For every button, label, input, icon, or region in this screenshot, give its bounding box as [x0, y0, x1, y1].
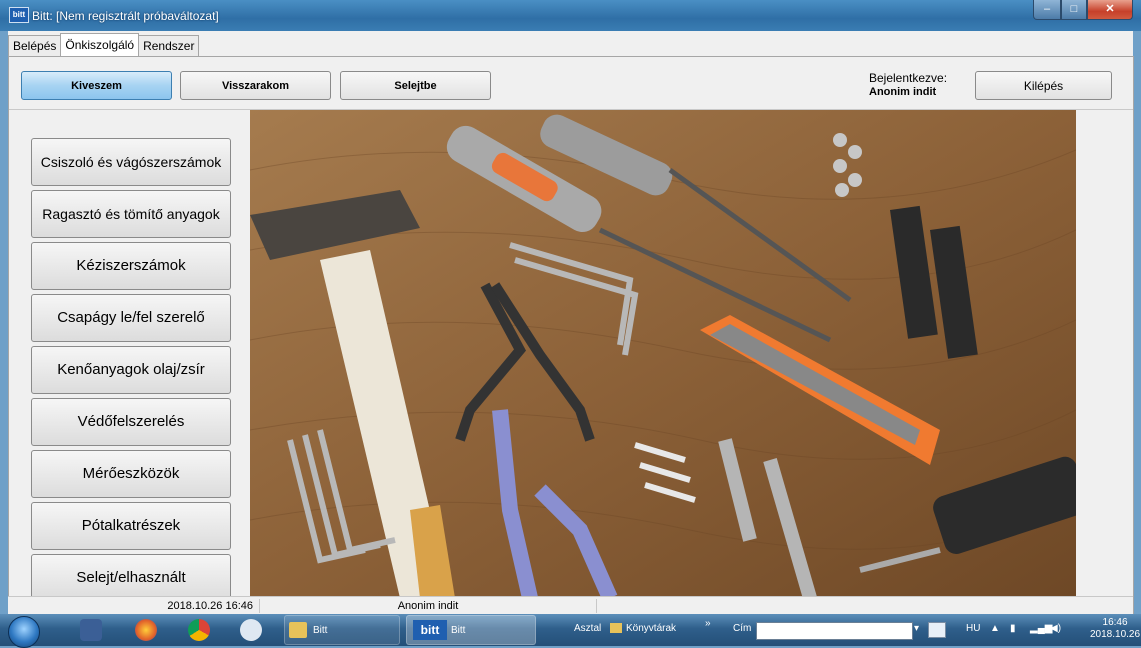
taskbar-asztal[interactable]: Asztal — [574, 623, 601, 634]
category-button[interactable]: Ragasztó és tömítő anyagok — [31, 190, 231, 238]
address-label: Cím — [733, 623, 752, 634]
toolbar-chevron-icon[interactable]: » — [705, 618, 711, 629]
taskbar-bitt-app-label: Bitt — [451, 625, 466, 636]
category-button[interactable]: Selejt/elhasznált — [31, 554, 231, 602]
user-folder-icon[interactable] — [80, 619, 102, 641]
logged-in-label: Bejelentkezve: — [869, 71, 948, 85]
go-icon[interactable] — [928, 622, 946, 638]
taskbar: Bitt bitt Bitt Asztal Könyvtárak » Cím ▾… — [0, 614, 1141, 648]
settings-icon[interactable] — [240, 619, 262, 641]
status-bar: 2018.10.26 16:46 Anonim indit — [8, 596, 1133, 615]
status-user: Anonim indit — [260, 599, 597, 613]
close-icon[interactable]: ✕ — [1087, 0, 1133, 20]
taskbar-konyvtarak[interactable]: Könyvtárak — [610, 623, 676, 634]
network-icon[interactable]: ▮ — [1010, 623, 1016, 634]
status-datetime: 2018.10.26 16:46 — [8, 599, 260, 613]
toolbar: Kiveszem Visszarakom Selejtbe Bejelentke… — [9, 57, 1133, 110]
tab-strip: Belépés Önkiszolgáló Rendszer — [8, 33, 200, 57]
library-icon — [610, 623, 622, 633]
category-button[interactable]: Kenőanyagok olaj/zsír — [31, 346, 231, 394]
tools-photo-illustration — [250, 110, 1076, 598]
address-dropdown-icon[interactable]: ▾ — [914, 623, 919, 634]
window-title-bar[interactable]: bitt Bitt: [Nem regisztrált próbaváltoza… — [0, 0, 1141, 31]
maximize-icon[interactable]: □ — [1061, 0, 1087, 20]
visszarakom-button[interactable]: Visszarakom — [180, 71, 331, 100]
taskbar-bitt-app[interactable]: bitt Bitt — [406, 615, 536, 645]
address-input[interactable] — [756, 622, 913, 640]
clock-time: 16:46 — [1102, 617, 1128, 628]
category-button[interactable]: Védőfelszerelés — [31, 398, 231, 446]
start-orb-icon[interactable] — [8, 616, 40, 648]
category-sidebar: Csiszoló és vágószerszámok Ragasztó és t… — [9, 110, 250, 613]
chrome-icon[interactable] — [188, 619, 210, 641]
bitt-app-icon: bitt — [9, 7, 29, 23]
clock[interactable]: 16:46 2018.10.26 — [1090, 617, 1140, 641]
bitt-logo-icon: bitt — [413, 620, 447, 640]
language-indicator[interactable]: HU — [966, 623, 980, 634]
minimize-icon[interactable]: – — [1033, 0, 1061, 20]
login-info: Bejelentkezve: Anonim indit — [869, 71, 947, 99]
volume-icon[interactable]: ◀) — [1050, 623, 1061, 634]
show-hidden-icons-icon[interactable]: ▲ — [990, 623, 1000, 634]
taskbar-bitt-folder-label: Bitt — [313, 625, 328, 636]
kiveszem-button[interactable]: Kiveszem — [21, 71, 172, 100]
category-button[interactable]: Pótalkatrészek — [31, 502, 231, 550]
window-title: Bitt: [Nem regisztrált próbaváltozat] — [32, 9, 219, 23]
logout-button[interactable]: Kilépés — [975, 71, 1112, 100]
logged-in-user: Anonim indit — [869, 86, 937, 98]
tab-content: Kiveszem Visszarakom Selejtbe Bejelentke… — [8, 56, 1134, 614]
tab-belepes[interactable]: Belépés — [8, 35, 62, 56]
firefox-icon[interactable] — [135, 619, 157, 641]
category-button[interactable]: Csiszoló és vágószerszámok — [31, 138, 231, 186]
category-button[interactable]: Kéziszerszámok — [31, 242, 231, 290]
taskbar-bitt-folder[interactable]: Bitt — [284, 615, 400, 645]
folder-icon — [289, 622, 307, 638]
window-client: Belépés Önkiszolgáló Rendszer Kiveszem V… — [8, 31, 1134, 615]
tab-rendszer[interactable]: Rendszer — [138, 35, 200, 56]
tab-onkiszolgalo[interactable]: Önkiszolgáló — [60, 33, 140, 56]
category-button[interactable]: Csapágy le/fel szerelő — [31, 294, 231, 342]
clock-date: 2018.10.26 — [1090, 629, 1141, 640]
category-button[interactable]: Mérőeszközök — [31, 450, 231, 498]
selejtbe-button[interactable]: Selejtbe — [340, 71, 491, 100]
tools-photo — [250, 110, 1076, 598]
konyvtarak-label: Könyvtárak — [626, 623, 677, 634]
